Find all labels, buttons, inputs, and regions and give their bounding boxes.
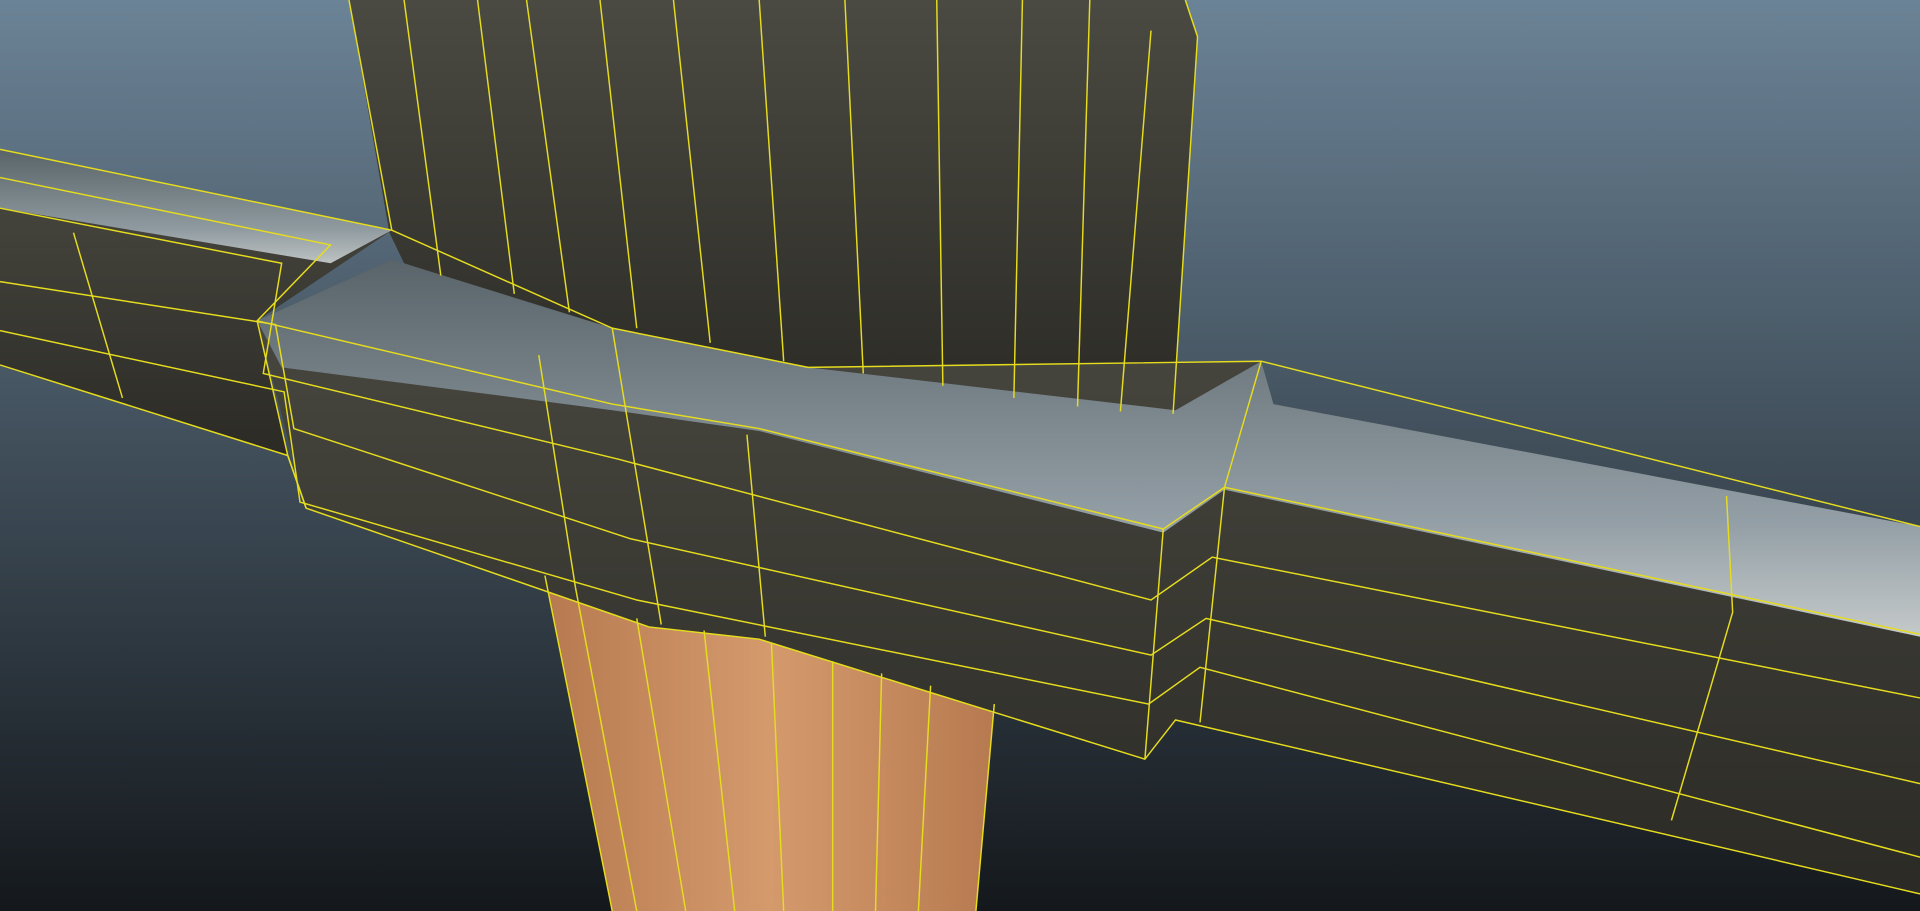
viewport-canvas[interactable] bbox=[0, 0, 1920, 911]
3d-viewport[interactable] bbox=[0, 0, 1920, 911]
